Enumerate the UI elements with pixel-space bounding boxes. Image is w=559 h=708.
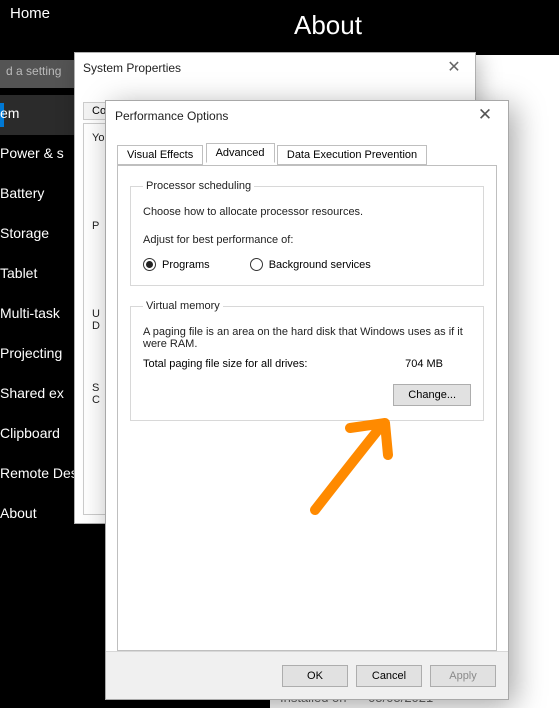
processor-scheduling-legend: Processor scheduling [143, 180, 254, 192]
sidebar-item-label: Power & s [0, 145, 64, 161]
paging-total-value: 704 MB [405, 358, 443, 370]
change-button[interactable]: Change... [393, 384, 471, 406]
dialog-button-row: OK Cancel Apply [106, 651, 508, 699]
radio-icon [250, 258, 263, 271]
tab-dep[interactable]: Data Execution Prevention [277, 145, 427, 165]
sidebar-item-label: Projecting [0, 345, 62, 361]
sidebar-item-label: Shared ex [0, 385, 64, 401]
sidebar-item-label: Tablet [0, 265, 37, 281]
sidebar-item-label: Storage [0, 225, 49, 241]
tab-advanced[interactable]: Advanced [206, 143, 275, 163]
cancel-button[interactable]: Cancel [356, 665, 422, 687]
virtual-memory-group: Virtual memory A paging file is an area … [130, 300, 484, 421]
apply-button[interactable]: Apply [430, 665, 496, 687]
radio-programs-label: Programs [162, 259, 210, 271]
paging-total-label: Total paging file size for all drives: [143, 358, 307, 370]
sidebar-home[interactable]: Home [0, 0, 240, 44]
radio-programs[interactable]: Programs [143, 258, 210, 271]
radio-background-services[interactable]: Background services [250, 258, 371, 271]
sidebar-item-label: About [0, 505, 37, 521]
performance-options-title: Performance Options [115, 109, 228, 123]
close-icon[interactable]: ✕ [439, 57, 469, 81]
radio-background-label: Background services [269, 259, 371, 271]
sidebar-item-label: Battery [0, 185, 44, 201]
processor-scheduling-desc: Choose how to allocate processor resourc… [143, 206, 471, 218]
virtual-memory-desc: A paging file is an area on the hard dis… [143, 326, 471, 350]
settings-page-header: About [270, 0, 559, 55]
ok-button[interactable]: OK [282, 665, 348, 687]
sidebar-home-label: Home [10, 5, 50, 22]
system-properties-title: System Properties [83, 61, 181, 75]
sidebar-item-label: em [0, 105, 19, 121]
performance-options-body: Processor scheduling Choose how to alloc… [117, 165, 497, 651]
performance-options-dialog: Performance Options ✕ Visual Effects Adv… [105, 100, 509, 700]
processor-scheduling-group: Processor scheduling Choose how to alloc… [130, 180, 484, 286]
sidebar-item-label: Multi-task [0, 305, 60, 321]
close-icon[interactable]: ✕ [468, 104, 502, 128]
radio-icon [143, 258, 156, 271]
virtual-memory-legend: Virtual memory [143, 300, 223, 312]
sidebar-item-label: Clipboard [0, 425, 60, 441]
tab-visual-effects[interactable]: Visual Effects [117, 145, 203, 165]
page-title: About [294, 10, 362, 41]
adjust-for-label: Adjust for best performance of: [143, 234, 471, 246]
